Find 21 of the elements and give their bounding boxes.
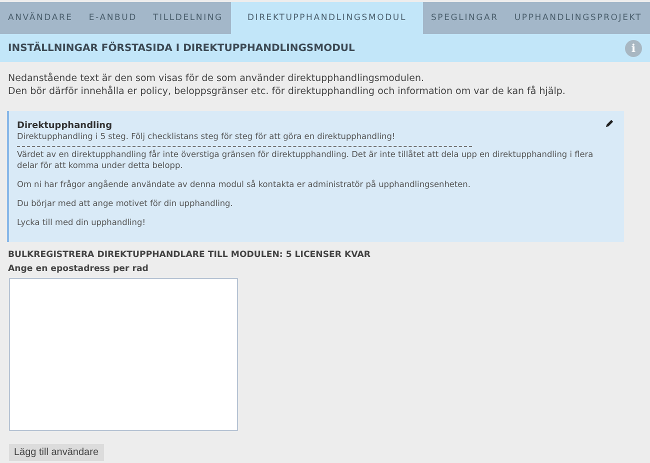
intro-text: Den bör därför innehålla er policy, beloppsgränser etc. för direktupphandling och information om var de kan få hjälp. bbox=[8, 85, 566, 98]
nav-tab[interactable]: TILLDELNING bbox=[145, 2, 231, 34]
notice-paragraph: Lycka till med din upphandling! bbox=[17, 217, 146, 228]
nav-tab[interactable]: DIREKTUPPHANDLINGSMODUL bbox=[230, 2, 423, 34]
nav-tab[interactable]: ANVÄNDARE bbox=[0, 2, 81, 34]
add-users-button[interactable]: Lägg till användare bbox=[9, 444, 104, 461]
email-input-field[interactable] bbox=[9, 278, 238, 431]
notice-paragraph: Du börjar med att ange motivet för din upphandling. bbox=[17, 198, 234, 209]
nav-tab[interactable]: E-ANBUD bbox=[80, 2, 145, 34]
section-title: INSTÄLLNINGAR FÖRSTASIDA I DIREKTUPPHANDLINGSMODUL bbox=[8, 42, 355, 54]
notice-subtitle: Direktupphandling i 5 steg. Följ checklistans steg för steg för att göra en direktupphandling! bbox=[17, 131, 396, 142]
bulk-heading: BULKREGISTRERA DIREKTUPPHANDLARE TILL MODULEN: 5 LICENSER KVAR bbox=[8, 250, 372, 260]
field-label: Ange en epostadress per rad bbox=[8, 264, 150, 274]
notice-title: Direktupphandling bbox=[17, 121, 114, 131]
nav-tab[interactable]: SPEGLINGAR bbox=[422, 2, 506, 34]
info-icon[interactable]: i bbox=[625, 40, 642, 56]
pencil-icon[interactable] bbox=[605, 119, 614, 128]
intro-text: Nedanstående text är den som visas för de som använder direktupphandlingsmodulen. bbox=[8, 72, 426, 85]
nav-tab[interactable]: UPPHANDLINGSPROJEKT bbox=[506, 2, 650, 34]
notice-paragraph: Värdet av en direktupphandling får inte överstiga gränsen för direktupphandling. Det är inte tillåtet att dela upp en direktupphandling i flera delar för att komma under detta belopp. bbox=[17, 149, 594, 171]
notice-paragraph: Om ni har frågor angående användate av denna modul så kontakta er administratör på upphandlingsenheten. bbox=[17, 179, 472, 190]
